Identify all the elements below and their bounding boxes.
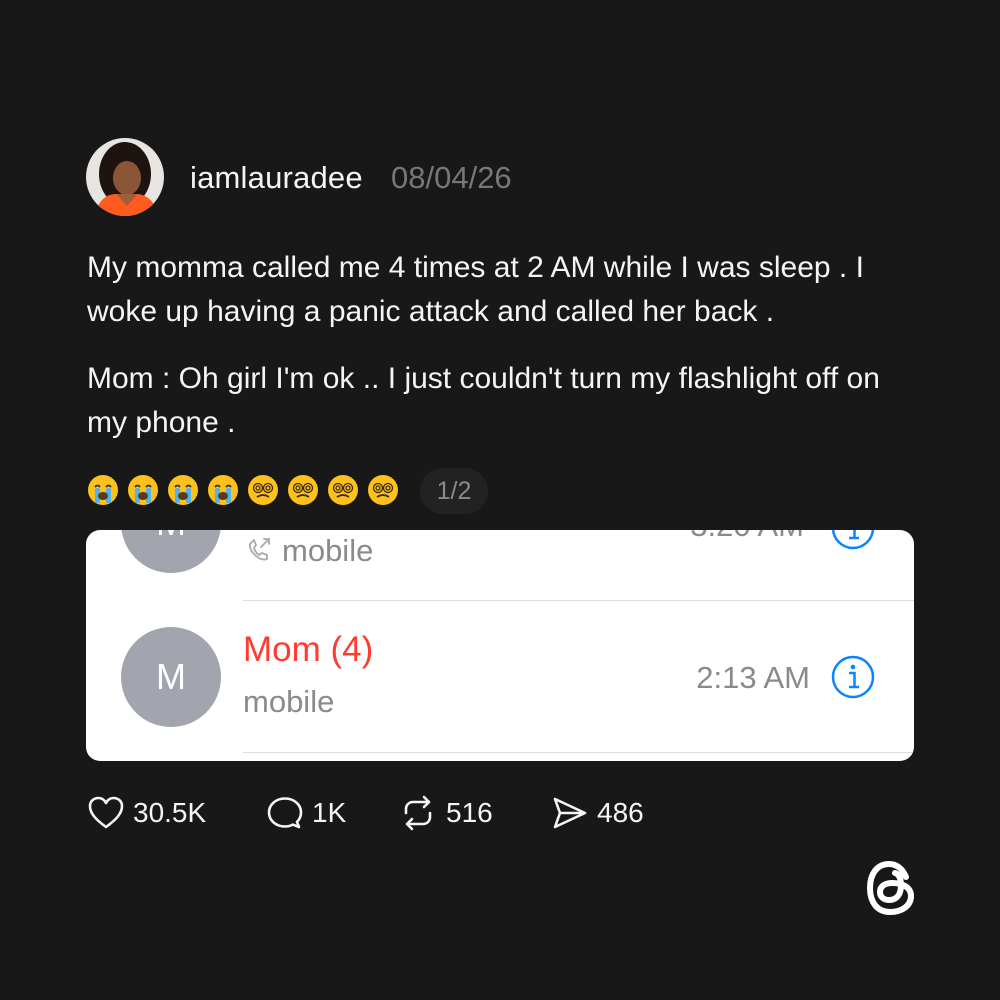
reply-count: 1K [312,797,347,828]
repost-count: 516 [446,797,493,828]
emoji-row [87,470,407,510]
username[interactable]: iamlauradee [190,160,363,196]
call-type-label: mobile [282,533,374,568]
loudly-crying-face-icon [128,475,158,505]
like-button[interactable]: 30.5K [87,793,206,833]
face-with-spiral-eyes-icon [368,475,398,505]
loudly-crying-face-icon [88,475,118,505]
post-text-paragraph-1: My momma called me 4 times at 2 AM while… [87,251,864,328]
contact-name: Mom (4) [243,630,374,669]
call-time: 2:13 AM [696,660,810,695]
row-separator [243,600,914,601]
repost-icon [404,795,432,831]
heart-icon [88,796,124,829]
loudly-crying-face-icon [208,475,238,505]
send-icon [553,797,587,829]
contact-avatar: M [121,627,221,727]
post-text-paragraph-2: Mom : Oh girl I'm ok .. I just couldn't … [87,362,880,439]
row-separator [243,752,914,753]
face-with-spiral-eyes-icon [248,475,278,505]
share-button[interactable]: 486 [551,793,644,833]
outgoing-call-icon [248,538,270,561]
face-with-spiral-eyes-icon [328,475,358,505]
comment-icon [267,797,303,829]
call-log-image[interactable]: M mobile 3:20 AM M Mom (4) mobile 2:13 A… [86,530,914,761]
loudly-crying-face-icon [168,475,198,505]
info-icon[interactable] [830,654,876,700]
call-type-label: mobile [243,684,335,719]
repost-button[interactable]: 516 [398,793,493,833]
face-with-spiral-eyes-icon [288,475,318,505]
image-pager: 1/2 [420,468,488,514]
like-count: 30.5K [133,797,207,828]
call-time: 3:20 AM [690,530,804,544]
post-timestamp: 08/04/26 [391,160,512,195]
user-avatar[interactable] [86,138,164,216]
contact-avatar: M [121,530,221,573]
reply-button[interactable]: 1K [266,793,346,833]
share-count: 486 [597,797,644,828]
info-icon[interactable] [830,530,876,551]
threads-logo-icon [866,860,915,916]
